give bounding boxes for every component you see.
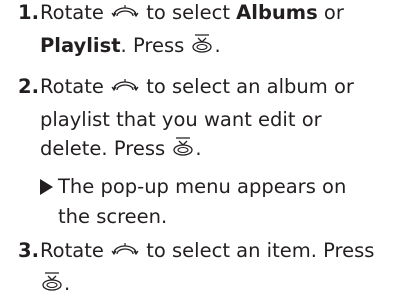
result-text: The pop-up menu appears on [58,172,385,202]
rotate-dial-icon [110,1,140,31]
step-text: . Press [121,34,185,57]
press-button-icon [190,31,214,64]
rotate-dial-icon [110,239,140,269]
step-3: 3. Rotate to select an item. Press [18,236,383,301]
step-text: delete. Press [40,137,165,160]
period: . [214,34,220,57]
step-number: 3. [18,236,40,266]
period: . [195,137,201,160]
step-number: 1. [18,0,40,28]
press-button-icon [171,134,195,167]
step-text: playlist that you want edit or [40,105,383,135]
step-text: or [324,1,344,24]
step-text: Rotate [40,1,104,24]
step-text: to select an album or [146,75,354,98]
keyword-albums: Albums [236,1,318,24]
triangle-bullet-icon [40,179,53,195]
result-note: The pop-up menu appears on the screen. [40,172,385,231]
result-text: the screen. [58,202,385,232]
rotate-dial-icon [110,75,140,105]
instruction-page: 1. Rotate to select Albums or [0,0,393,298]
step-text: to select an item. Press [146,239,374,262]
period: . [64,272,70,295]
step-number: 2. [18,72,40,102]
step-2: 2. Rotate to select an album or playlist… [18,72,383,167]
press-button-icon [40,269,64,301]
step-text: to select [146,1,230,24]
step-text: Rotate [40,75,104,98]
step-1: 1. Rotate to select Albums or [18,0,383,63]
step-text: Rotate [40,239,104,262]
keyword-playlist: Playlist [40,34,121,57]
